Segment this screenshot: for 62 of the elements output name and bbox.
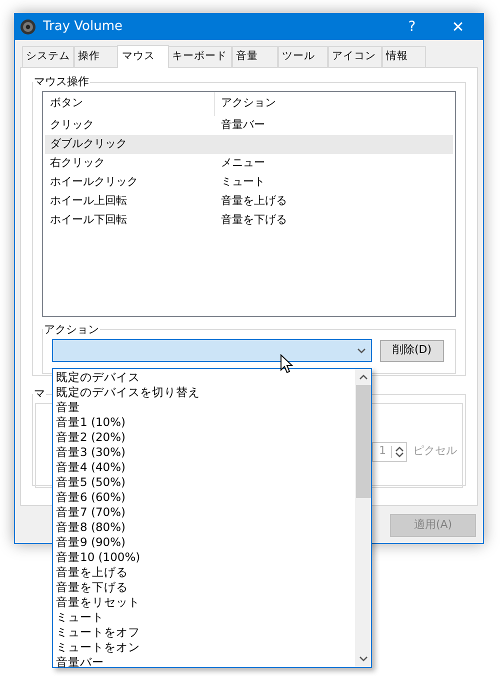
dropdown-item[interactable]: 音量を上げる bbox=[56, 565, 355, 580]
list-row[interactable]: 右クリック メニュー bbox=[45, 154, 453, 172]
scrollbar[interactable] bbox=[355, 369, 371, 667]
help-button[interactable]: ? bbox=[389, 14, 435, 40]
list-row[interactable]: クリック 音量バー bbox=[45, 116, 453, 134]
table-cell-text: 音量を下げる bbox=[220, 212, 287, 228]
list-row[interactable]: ホイールクリック ミュート bbox=[45, 172, 453, 192]
table-cell-text: ホイール下回転 bbox=[49, 212, 128, 228]
dropdown-item[interactable]: 音量3 (30%) bbox=[56, 445, 355, 460]
window-title: Tray Volume bbox=[43, 18, 123, 36]
group-title: マ bbox=[33, 386, 46, 402]
delete-button[interactable]: 削除(D) bbox=[380, 340, 444, 362]
table-cell-text: ホイール上回転 bbox=[49, 192, 128, 209]
scroll-up-icon[interactable] bbox=[358, 374, 368, 380]
tab[interactable]: アイコン bbox=[328, 46, 382, 67]
scroll-down-icon[interactable] bbox=[358, 656, 368, 662]
list-row[interactable]: ホイール下回転 音量を下げる bbox=[45, 210, 453, 230]
column-header[interactable]: アクション bbox=[215, 95, 276, 112]
dropdown-item[interactable]: 既定のデバイス bbox=[56, 370, 355, 385]
table-cell-text: 音量バー bbox=[220, 116, 265, 133]
table-cell-text: メニュー bbox=[220, 154, 265, 171]
dropdown-item[interactable]: 音量バー bbox=[56, 655, 355, 670]
dropdown-item[interactable]: 音量4 (40%) bbox=[56, 460, 355, 475]
dropdown-item[interactable]: ミュートをオン bbox=[56, 640, 355, 655]
tab[interactable]: マウス bbox=[117, 45, 169, 68]
tab[interactable]: 情報 bbox=[382, 46, 426, 67]
column-header[interactable]: ボタン bbox=[43, 92, 215, 116]
dropdown-item[interactable]: 音量を下げる bbox=[56, 580, 355, 595]
dropdown-item[interactable]: 音量9 (90%) bbox=[56, 535, 355, 550]
dropdown-item[interactable]: 音量1 (10%) bbox=[56, 415, 355, 430]
tab[interactable]: ツール bbox=[278, 46, 328, 67]
dropdown-item[interactable]: 既定のデバイスを切り替え bbox=[56, 385, 355, 400]
unit-label: ピクセル bbox=[413, 442, 457, 458]
table-cell-text: ホイールクリック bbox=[49, 174, 139, 190]
table-cell-text: ミュート bbox=[220, 174, 265, 190]
dropdown-item[interactable]: 音量10 (100%) bbox=[56, 550, 355, 565]
dropdown-item[interactable]: ミュート bbox=[56, 610, 355, 625]
list-row[interactable]: ダブルクリック bbox=[45, 134, 453, 154]
list-row[interactable]: ホイール上回転 音量を上げる bbox=[45, 192, 453, 210]
tab[interactable]: キーボード bbox=[168, 46, 232, 67]
action-dropdown[interactable] bbox=[52, 339, 372, 362]
dropdown-item[interactable]: 音量6 (60%) bbox=[56, 490, 355, 505]
group-title: マウス操作 bbox=[33, 74, 90, 90]
dropdown-item[interactable]: 音量 bbox=[56, 400, 355, 415]
speaker-icon bbox=[20, 19, 36, 35]
close-button[interactable]: ✕ bbox=[435, 14, 481, 40]
dropdown-item[interactable]: 音量7 (70%) bbox=[56, 505, 355, 520]
scroll-thumb[interactable] bbox=[356, 385, 370, 498]
table-cell-text: ダブルクリック bbox=[49, 136, 128, 152]
dropdown-item[interactable]: 音量5 (50%) bbox=[56, 475, 355, 490]
tab[interactable]: 操作 bbox=[74, 46, 118, 67]
table-cell-text: 音量を上げる bbox=[220, 192, 287, 209]
dropdown-item[interactable]: 音量をリセット bbox=[56, 595, 355, 610]
tab[interactable]: 音量 bbox=[232, 46, 278, 67]
group-title: アクション bbox=[43, 322, 100, 338]
dropdown-item[interactable]: 音量2 (20%) bbox=[56, 430, 355, 445]
dropdown-item[interactable]: ミュートをオフ bbox=[56, 625, 355, 640]
tab[interactable]: システム bbox=[22, 46, 74, 67]
chevron-down-icon[interactable] bbox=[357, 348, 366, 354]
dropdown-item[interactable]: 音量8 (80%) bbox=[56, 520, 355, 535]
table-cell-text: クリック bbox=[49, 116, 95, 133]
table-cell-text: 右クリック bbox=[49, 154, 106, 171]
